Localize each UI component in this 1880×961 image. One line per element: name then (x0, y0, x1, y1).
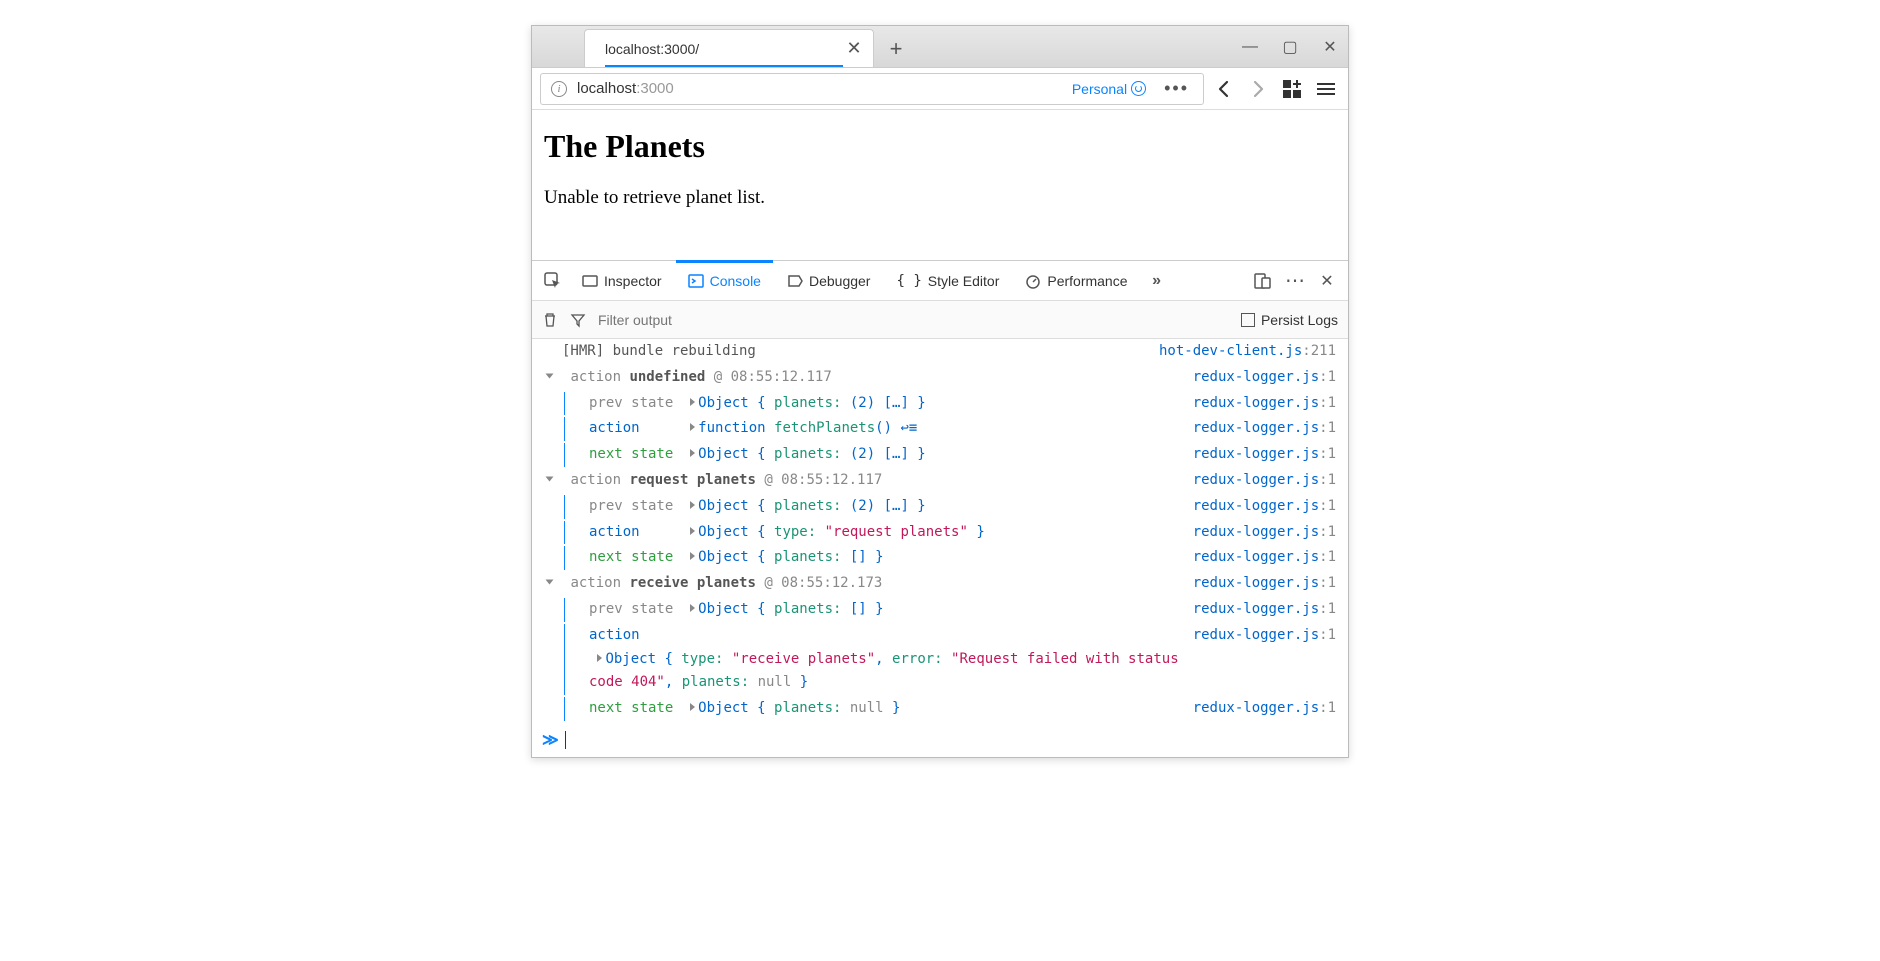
tab-inspector[interactable]: Inspector (570, 261, 674, 300)
console-log: [HMR] bundle rebuilding hot-dev-client.j… (532, 339, 1348, 757)
log-line[interactable]: action Object { type: "request planets" … (532, 520, 1348, 546)
back-button[interactable] (1210, 75, 1238, 103)
log-line[interactable]: prev state Object { planets: (2) […] } r… (532, 391, 1348, 417)
container-indicator[interactable]: Personal (1072, 81, 1146, 97)
fingerprint-icon (1131, 81, 1146, 96)
close-window-button[interactable]: ✕ (1320, 37, 1340, 57)
address-bar[interactable]: i localhost:3000 Personal ••• (540, 73, 1204, 105)
new-tab-button[interactable]: + (880, 33, 912, 65)
expand-icon[interactable] (690, 604, 695, 612)
filter-input[interactable] (598, 312, 1229, 328)
checkbox-icon (1241, 313, 1255, 327)
page-actions-icon[interactable]: ••• (1160, 78, 1193, 99)
log-line[interactable]: next state Object { planets: null } redu… (532, 696, 1348, 722)
error-message: Unable to retrieve planet list. (544, 187, 1336, 209)
performance-icon (1025, 273, 1041, 289)
disclosure-triangle-icon[interactable] (546, 476, 554, 481)
log-source[interactable]: redux-logger.js:1 (1181, 521, 1336, 545)
log-line[interactable]: prev state Object { planets: (2) […] } r… (532, 494, 1348, 520)
console-filter-row: Persist Logs (532, 301, 1348, 339)
expand-icon[interactable] (690, 449, 695, 457)
log-source[interactable]: redux-logger.js:1 (1181, 572, 1336, 596)
log-source[interactable]: redux-logger.js:1 (1181, 546, 1336, 570)
clear-console-icon[interactable] (542, 312, 558, 328)
console-input[interactable]: ≫ (532, 722, 1348, 757)
prompt-icon: ≫ (542, 726, 559, 753)
persist-logs-checkbox[interactable]: Persist Logs (1241, 312, 1338, 328)
tab-performance[interactable]: Performance (1013, 261, 1139, 300)
expand-icon[interactable] (690, 398, 695, 406)
url-text: localhost:3000 (577, 80, 1062, 97)
debugger-icon (787, 273, 803, 289)
log-source[interactable]: hot-dev-client.js:211 (1147, 340, 1336, 364)
responsive-mode-icon[interactable] (1248, 266, 1278, 296)
info-icon[interactable]: i (551, 81, 567, 97)
log-line[interactable]: [HMR] bundle rebuilding hot-dev-client.j… (532, 339, 1348, 365)
browser-tab[interactable]: localhost:3000/ ✕ (584, 29, 874, 67)
inspector-icon (582, 273, 598, 289)
expand-icon[interactable] (690, 527, 695, 535)
log-source[interactable]: redux-logger.js:1 (1181, 443, 1336, 467)
console-icon (688, 273, 704, 289)
apps-icon[interactable] (1278, 75, 1306, 103)
log-source[interactable]: redux-logger.js:1 (1181, 598, 1336, 622)
expand-icon[interactable] (690, 552, 695, 560)
menu-button[interactable] (1312, 75, 1340, 103)
log-source[interactable]: redux-logger.js:1 (1181, 417, 1336, 441)
style-editor-icon: { } (896, 273, 921, 289)
text-cursor (565, 731, 566, 749)
log-line[interactable]: next state Object { planets: (2) […] } r… (532, 442, 1348, 468)
disclosure-triangle-icon[interactable] (546, 373, 554, 378)
log-line[interactable]: next state Object { planets: [] } redux-… (532, 545, 1348, 571)
devtools-tabs: Inspector Console Debugger { } Style Edi… (532, 261, 1348, 301)
log-source[interactable]: redux-logger.js:1 (1181, 624, 1336, 695)
log-group-header[interactable]: action undefined @ 08:55:12.117 redux-lo… (532, 365, 1348, 391)
tab-title: localhost:3000/ (605, 41, 845, 57)
log-source[interactable]: redux-logger.js:1 (1181, 366, 1336, 390)
disclosure-triangle-icon[interactable] (546, 580, 554, 585)
forward-button[interactable] (1244, 75, 1272, 103)
tab-style-editor[interactable]: { } Style Editor (884, 261, 1011, 300)
log-line[interactable]: prev state Object { planets: [] } redux-… (532, 597, 1348, 623)
tabs-overflow-button[interactable]: » (1142, 266, 1172, 296)
log-source[interactable]: redux-logger.js:1 (1181, 469, 1336, 493)
log-group-header[interactable]: action request planets @ 08:55:12.117 re… (532, 468, 1348, 494)
expand-icon[interactable] (690, 501, 695, 509)
titlebar: localhost:3000/ ✕ + — ▢ ✕ (532, 26, 1348, 68)
tab-debugger[interactable]: Debugger (775, 261, 883, 300)
page-content: The Planets Unable to retrieve planet li… (532, 110, 1348, 260)
devtools-panel: Inspector Console Debugger { } Style Edi… (532, 260, 1348, 757)
browser-window: localhost:3000/ ✕ + — ▢ ✕ i localhost:30… (531, 25, 1349, 758)
expand-icon[interactable] (597, 654, 602, 662)
tab-console[interactable]: Console (676, 261, 773, 300)
tab-close-icon[interactable]: ✕ (845, 38, 863, 59)
maximize-button[interactable]: ▢ (1280, 37, 1300, 57)
hamburger-icon (1317, 83, 1335, 95)
log-source[interactable]: redux-logger.js:1 (1181, 392, 1336, 416)
expand-icon[interactable] (690, 423, 695, 431)
pick-element-icon[interactable] (538, 266, 568, 296)
log-line[interactable]: action Object { type: "receive planets",… (532, 623, 1348, 696)
log-source[interactable]: redux-logger.js:1 (1181, 697, 1336, 721)
expand-icon[interactable] (690, 703, 695, 711)
log-source[interactable]: redux-logger.js:1 (1181, 495, 1336, 519)
log-line[interactable]: action function fetchPlanets() ↩≡ redux-… (532, 416, 1348, 442)
window-controls: — ▢ ✕ (1240, 26, 1340, 68)
log-group-header[interactable]: action receive planets @ 08:55:12.173 re… (532, 571, 1348, 597)
page-title: The Planets (544, 128, 1336, 165)
minimize-button[interactable]: — (1240, 38, 1260, 56)
filter-icon[interactable] (570, 312, 586, 328)
toolbar: i localhost:3000 Personal ••• (532, 68, 1348, 110)
devtools-menu-icon[interactable]: ⋯ (1280, 266, 1310, 296)
devtools-close-button[interactable]: ✕ (1312, 266, 1342, 296)
